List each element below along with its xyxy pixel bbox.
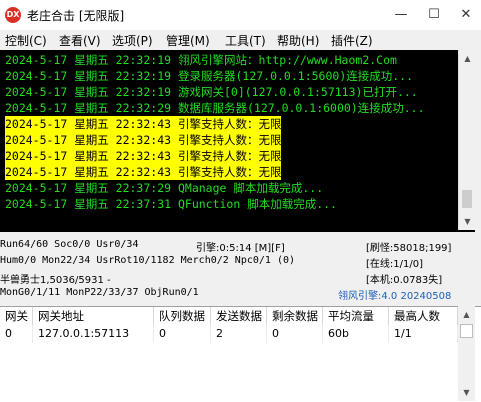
- status-refresh: [刷怪:58018;199]: [366, 243, 452, 254]
- column-header[interactable]: 发送数据: [211, 307, 267, 325]
- log-scrollbar[interactable]: ▲ ▼: [458, 50, 476, 230]
- status-run: Run64/60 Soc0/0 Usr0/34: [0, 239, 139, 250]
- column-header[interactable]: 最高人数: [389, 307, 458, 325]
- log-console[interactable]: 2024-5-17 星期五 22:32:19 翎风引擎网站：http://www…: [0, 50, 458, 230]
- status-player: 半兽勇士1,5036/5931 -: [0, 275, 111, 286]
- status-online: [在线:1/1/0]: [366, 259, 423, 270]
- log-line: 2024-5-17 星期五 22:37:31 QFunction 脚本加载完成.…: [5, 197, 337, 211]
- column-header[interactable]: 网关: [0, 307, 33, 325]
- table-row[interactable]: 0 127.0.0.1:57113 0 2 0 60b 1/1: [0, 325, 458, 343]
- log-line: 2024-5-17 星期五 22:32:29 数据库服务器(127.0.0.1:…: [5, 101, 425, 115]
- table-cell: 0: [267, 325, 323, 343]
- menu-help[interactable]: 帮助(H): [277, 32, 319, 49]
- table-cell: 60b: [323, 325, 389, 343]
- window-title: 老庄合击 [无限版]: [27, 9, 125, 23]
- status-panel: Run64/60 Soc0/0 Usr0/34 引擎:0:5:14 [M][F]…: [0, 236, 481, 306]
- gateway-table[interactable]: 网关 网关地址 队列数据 发送数据 剩余数据 平均流量 最高人数 0 127.0…: [0, 306, 481, 402]
- log-line-highlighted: 2024-5-17 星期五 22:32:43 引擎支持人数：无限: [5, 148, 282, 164]
- table-cell: 1/1: [389, 325, 458, 343]
- table-cell: 2: [211, 325, 267, 343]
- column-header[interactable]: 平均流量: [323, 307, 389, 325]
- log-line: 2024-5-17 星期五 22:32:19 登录服务器(127.0.0.1:5…: [5, 69, 414, 83]
- log-divider: [0, 230, 475, 232]
- log-line-highlighted: 2024-5-17 星期五 22:32:43 引擎支持人数：无限: [5, 164, 282, 180]
- close-button[interactable]: ✕: [451, 0, 481, 30]
- table-cell: 0: [154, 325, 211, 343]
- menu-bar: 控制(C) 查看(V) 选项(P) 管理(M) 工具(T) 帮助(H) 插件(Z…: [0, 30, 481, 50]
- minimize-button[interactable]: —: [386, 0, 416, 30]
- table-cell: 127.0.0.1:57113: [33, 325, 154, 343]
- scroll-up-arrow-icon[interactable]: ▲: [458, 306, 475, 323]
- column-header[interactable]: 网关地址: [33, 307, 154, 325]
- maximize-button[interactable]: ☐: [419, 0, 449, 30]
- status-mongo: MonG0/1/11 MonP22/33/37 ObjRun0/1: [0, 287, 199, 298]
- table-cell: 0: [0, 325, 33, 343]
- menu-view[interactable]: 查看(V): [59, 32, 101, 49]
- log-line-highlighted: 2024-5-17 星期五 22:32:43 引擎支持人数：无限: [5, 132, 282, 148]
- column-header[interactable]: 剩余数据: [267, 307, 323, 325]
- log-line: 2024-5-17 星期五 22:32:19 游戏网关[0](127.0.0.1…: [5, 85, 418, 99]
- menu-tools[interactable]: 工具(T): [225, 32, 266, 49]
- menu-plugins[interactable]: 插件(Z): [331, 32, 373, 49]
- status-engine: 引擎:0:5:14 [M][F]: [196, 243, 285, 254]
- menu-control[interactable]: 控制(C): [5, 32, 47, 49]
- title-bar[interactable]: DX 老庄合击 [无限版] — ☐ ✕: [0, 0, 481, 30]
- column-header[interactable]: 队列数据: [154, 307, 211, 325]
- table-scroll-thumb[interactable]: [460, 324, 473, 338]
- menu-manage[interactable]: 管理(M): [166, 32, 210, 49]
- engine-version: 翎风引擎:4.0 20240508: [338, 291, 452, 302]
- table-header: 网关 网关地址 队列数据 发送数据 剩余数据 平均流量 最高人数: [0, 307, 458, 326]
- log-scroll-thumb[interactable]: [462, 190, 472, 208]
- app-logo-icon[interactable]: DX: [5, 7, 21, 23]
- status-hum: Hum0/0 Mon22/34 UsrRot10/1182 Merch0/2 N…: [0, 255, 296, 266]
- scroll-down-arrow-icon[interactable]: ▼: [459, 213, 476, 230]
- log-line: 2024-5-17 星期五 22:32:19 翎风引擎网站：http://www…: [5, 53, 397, 67]
- table-scrollbar[interactable]: ▲ ▼: [458, 306, 475, 401]
- log-line: 2024-5-17 星期五 22:37:29 QManage 脚本加载完成...: [5, 181, 324, 195]
- scroll-down-arrow-icon[interactable]: ▼: [458, 384, 475, 401]
- scroll-up-arrow-icon[interactable]: ▲: [459, 50, 476, 67]
- log-line-highlighted: 2024-5-17 星期五 22:32:43 引擎支持人数：无限: [5, 116, 282, 132]
- menu-options[interactable]: 选项(P): [112, 32, 153, 49]
- status-local: [本机:0.0783失]: [366, 275, 443, 286]
